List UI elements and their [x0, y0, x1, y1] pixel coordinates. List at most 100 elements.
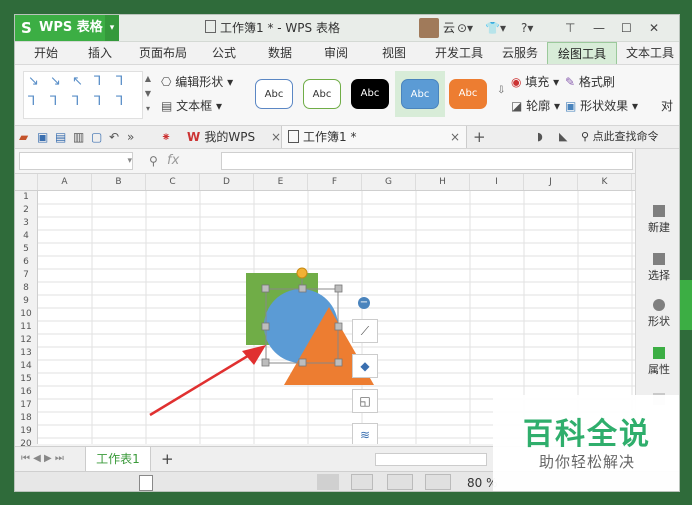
panel-select[interactable]: 选择 [636, 253, 679, 283]
tab-data[interactable]: 数据 [257, 42, 303, 64]
zoom-function-icon[interactable]: ⚲ [149, 149, 158, 173]
row-header[interactable]: 17 [15, 399, 37, 412]
row-header[interactable]: 8 [15, 282, 37, 295]
row-header[interactable]: 18 [15, 412, 37, 425]
column-header[interactable]: G [362, 174, 416, 190]
theme-icon[interactable]: 👕▾ [485, 15, 506, 41]
row-header[interactable]: 2 [15, 204, 37, 217]
tab-page-layout[interactable]: 页面布局 [131, 42, 195, 64]
column-header[interactable]: H [416, 174, 470, 190]
panel-properties[interactable]: 属性 [636, 347, 679, 377]
horizontal-scrollbar[interactable] [375, 453, 487, 466]
normal-view-icon[interactable] [317, 474, 339, 490]
elbow-connector-shape-icon[interactable]: ⅂ [72, 94, 79, 109]
tab-developer[interactable]: 开发工具 [427, 42, 491, 64]
column-header[interactable]: J [524, 174, 578, 190]
row-header[interactable]: 19 [15, 425, 37, 438]
row-header[interactable]: 11 [15, 321, 37, 334]
row-header[interactable]: 12 [15, 334, 37, 347]
tab-my-wps-close-icon[interactable]: × [271, 130, 281, 144]
row-header[interactable]: 1 [15, 191, 37, 204]
more-icon[interactable]: » [127, 129, 134, 145]
row-header[interactable]: 13 [15, 347, 37, 360]
print-icon[interactable]: ▥ [73, 129, 84, 145]
page-break-view-icon[interactable] [387, 474, 413, 490]
close-window-button[interactable]: ✕ [649, 15, 659, 41]
ribbon-right-cut-label[interactable]: 对 [661, 97, 673, 115]
name-box[interactable]: ▾ [19, 152, 133, 170]
line-arrow-shape-icon[interactable]: ↘ [50, 74, 61, 89]
edit-shape-button[interactable]: ⎔ 编辑形状 ▾ [161, 73, 233, 91]
shape-style-black[interactable]: Abc [351, 79, 389, 109]
row-header[interactable]: 5 [15, 243, 37, 256]
command-search[interactable]: ⚲ 点此查找命令 [581, 126, 659, 148]
page-layout-view-icon[interactable] [351, 474, 373, 490]
row-header[interactable]: 4 [15, 230, 37, 243]
save-icon[interactable]: ▣ [37, 129, 48, 145]
row-header[interactable]: 7 [15, 269, 37, 282]
maximize-button[interactable]: ☐ [621, 15, 632, 41]
add-sheet-button[interactable]: + [161, 447, 174, 471]
curved-connector-shape-icon[interactable]: ⅂ [94, 94, 101, 109]
tab-drawing-tools[interactable]: 绘图工具 [547, 42, 617, 64]
column-header[interactable]: A [38, 174, 92, 190]
user-avatar[interactable] [419, 18, 439, 38]
gallery-scroll-arrows[interactable]: ▲ ▼ ▾ [143, 71, 153, 117]
row-header[interactable]: 15 [15, 373, 37, 386]
column-header[interactable]: C [146, 174, 200, 190]
share-icon[interactable]: ◣ [559, 126, 567, 148]
app-menu-button[interactable]: S WPS 表格 ▾ [15, 15, 119, 41]
column-header[interactable]: I [470, 174, 524, 190]
format-brush-button[interactable]: ✎ 格式刷 [565, 73, 615, 91]
outline-button[interactable]: ◪ 轮廓 ▾ [511, 97, 560, 115]
tab-formulas[interactable]: 公式 [201, 42, 247, 64]
page-preview-icon[interactable]: ▢ [91, 129, 102, 145]
float-fill-button[interactable]: ◆ [352, 354, 378, 378]
pin-dropdown-icon[interactable]: ⁕ [161, 129, 171, 145]
elbow-connector-shape-icon[interactable]: ⅂ [28, 94, 35, 109]
reading-mode-icon[interactable] [425, 474, 451, 490]
tab-start[interactable]: 开始 [23, 42, 69, 64]
row-header[interactable]: 6 [15, 256, 37, 269]
formula-input[interactable] [221, 152, 633, 170]
print-preview-icon[interactable]: ▤ [55, 129, 66, 145]
text-box-button[interactable]: ▤ 文本框 ▾ [161, 97, 222, 115]
double-arrow-shape-icon[interactable]: ↖ [72, 74, 83, 89]
row-header[interactable]: 10 [15, 308, 37, 321]
fx-icon[interactable]: fx [167, 149, 179, 173]
collapse-minus-icon[interactable]: − [358, 297, 370, 309]
elbow-connector-shape-icon[interactable]: ⅂ [50, 94, 57, 109]
undo-icon[interactable]: ↶ [109, 129, 119, 145]
tab-cloud[interactable]: 云服务 [495, 42, 545, 64]
panel-new[interactable]: 新建 [636, 205, 679, 235]
tab-review[interactable]: 审阅 [313, 42, 359, 64]
macro-icon[interactable] [139, 475, 153, 491]
shape-style-outline-blue[interactable]: Abc [255, 79, 293, 109]
minimize-button[interactable]: — [593, 15, 605, 41]
curve-shape-icon[interactable]: ⅂ [116, 94, 123, 109]
styles-more-icon[interactable]: ⇩ [497, 85, 505, 96]
shape-style-outline-green[interactable]: Abc [303, 79, 341, 109]
column-header[interactable]: B [92, 174, 146, 190]
row-header[interactable]: 16 [15, 386, 37, 399]
tab-workbook-close-icon[interactable]: × [450, 126, 460, 148]
float-outline-button[interactable]: ◱ [352, 389, 378, 413]
column-header[interactable]: K [578, 174, 632, 190]
float-edit-shape-button[interactable]: ⟋ [352, 319, 378, 343]
line-arrow-shape-icon[interactable]: ↘ [28, 74, 39, 89]
tab-insert[interactable]: 插入 [77, 42, 123, 64]
elbow-connector-shape-icon[interactable]: ⅂ [94, 74, 101, 89]
cloud-sync-icon[interactable]: ◗ [537, 126, 543, 148]
tab-workbook[interactable]: 工作簿1 * × [281, 126, 467, 148]
fill-button[interactable]: ◉ 填充 ▾ [511, 73, 559, 91]
pin-icon[interactable]: ⊤ [565, 15, 575, 41]
panel-toggle-strip[interactable] [680, 280, 692, 330]
user-name[interactable]: 云 [443, 15, 455, 41]
shape-style-blue[interactable]: Abc [401, 79, 439, 109]
column-header[interactable]: E [254, 174, 308, 190]
shape-style-orange[interactable]: Abc [449, 79, 487, 109]
select-all-corner[interactable] [15, 174, 38, 190]
skin-icon[interactable]: ⊙▾ [457, 15, 473, 41]
row-header[interactable]: 3 [15, 217, 37, 230]
tab-text-tools[interactable]: 文本工具 [619, 42, 679, 64]
